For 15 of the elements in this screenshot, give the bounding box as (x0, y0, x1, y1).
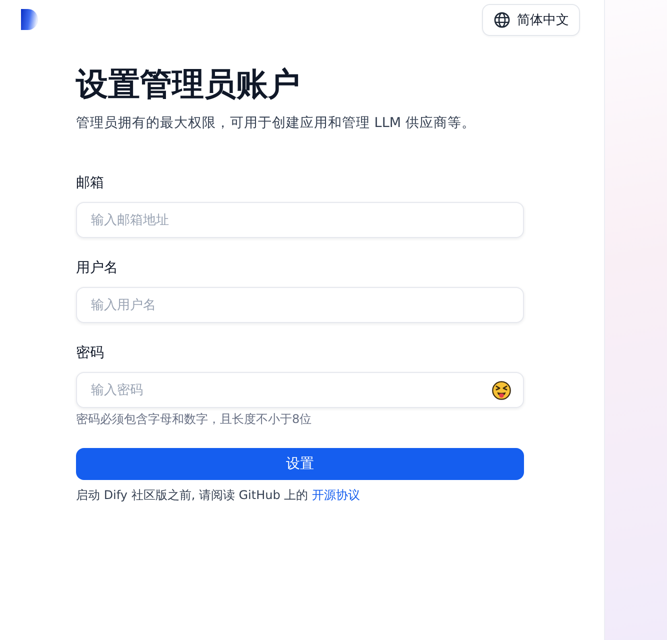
password-input[interactable]: 输入密码 (76, 372, 524, 408)
email-input[interactable]: 输入邮箱地址 (76, 202, 524, 238)
password-hint: 密码必须包含字母和数字，且长度不小于8位 (76, 411, 313, 427)
footer-note: 启动 Dify 社区版之前, 请阅读 GitHub 上的 开源协议 (76, 487, 361, 504)
page-title: 设置管理员账户 (76, 64, 301, 104)
language-button[interactable]: 简体中文 (482, 4, 580, 36)
text-input[interactable]: 输入用户名 (76, 287, 524, 323)
logo-icon (21, 9, 38, 30)
globe-icon (494, 12, 510, 28)
field-label: 用户名 (76, 259, 119, 278)
submit-button[interactable]: 设置 (76, 448, 524, 480)
page-subtitle: 管理员拥有的最大权限，可用于创建应用和管理 LLM 供应商等。 (76, 114, 476, 133)
field-label: 邮箱 (76, 174, 105, 193)
field-label: 密码 (76, 344, 105, 363)
license-link[interactable]: 开源协议 (312, 488, 360, 502)
